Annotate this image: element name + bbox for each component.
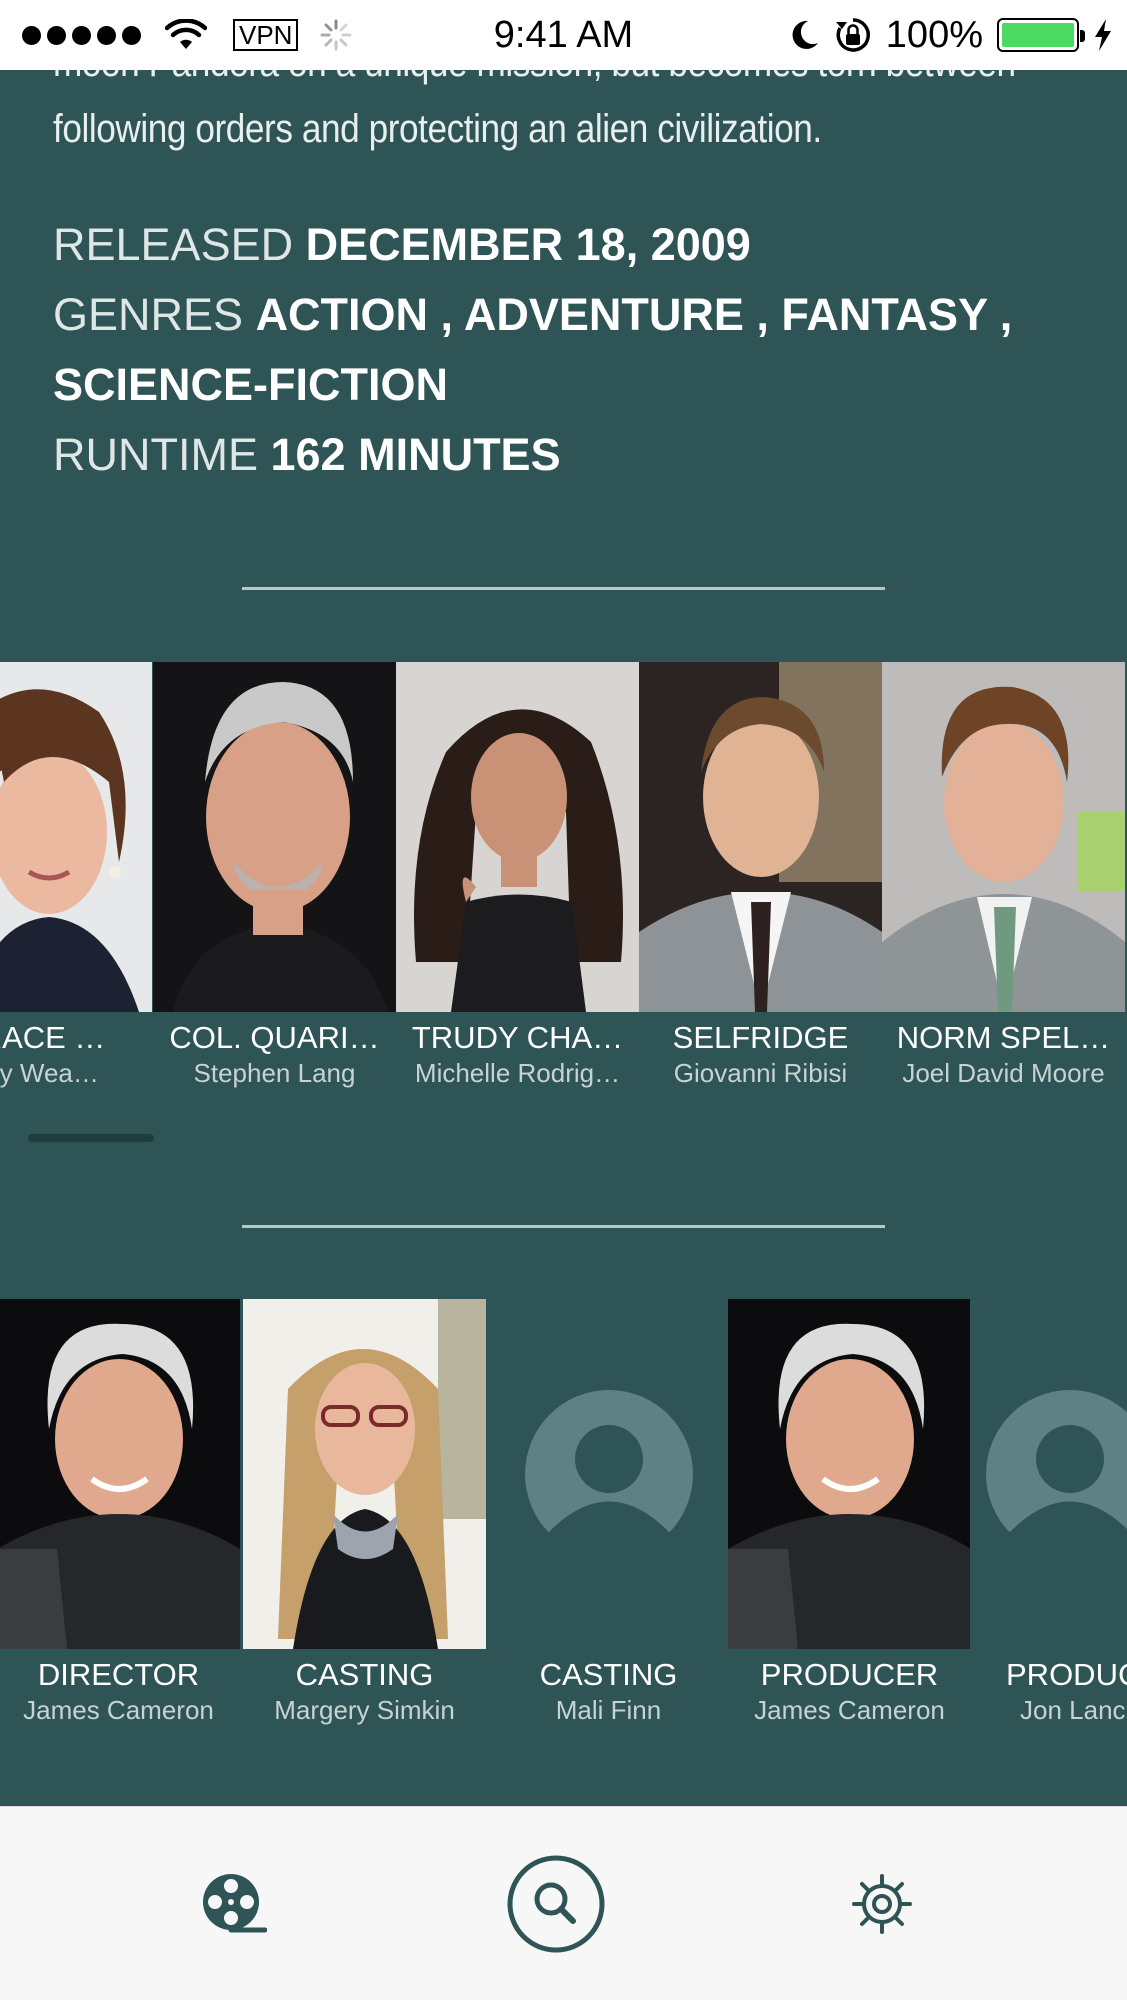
cast-photo: [396, 662, 639, 1012]
carousel-scroll-indicator: [28, 1134, 154, 1142]
crew-job: CASTING: [539, 1657, 678, 1692]
tab-settings[interactable]: [812, 1807, 952, 2000]
avatar-placeholder-icon: [970, 1299, 1127, 1649]
battery-tip: [1080, 30, 1085, 42]
genres-value: ACTION , ADVENTURE , FANTASY ,: [255, 289, 1013, 340]
crew-job: CASTING: [295, 1657, 434, 1692]
genres-label: GENRES: [53, 289, 244, 340]
cast-photo: [153, 662, 396, 1012]
movie-details: RELEASED DECEMBER 18, 2009 GENRES ACTION…: [53, 210, 1093, 490]
genres-row: GENRES ACTION , ADVENTURE , FANTASY ,: [53, 280, 1093, 350]
runtime-label: RUNTIME: [53, 429, 258, 480]
crew-photo: [728, 1299, 971, 1649]
crew-photo: [243, 1299, 486, 1649]
genres-value: SCIENCE-FICTION: [53, 359, 449, 410]
section-divider: [242, 1225, 885, 1228]
tab-search[interactable]: [486, 1807, 626, 2000]
cast-card[interactable]: COL. QUARI… Stephen Lang: [153, 662, 396, 1088]
crew-photo-placeholder: [487, 1299, 730, 1649]
cast-card[interactable]: SELFRIDGE Giovanni Ribisi: [639, 662, 882, 1088]
runtime-value: 162 MINUTES: [270, 429, 561, 480]
battery-percent: 100%: [885, 13, 983, 56]
rotation-lock-icon: [835, 18, 870, 52]
search-icon: [507, 1855, 605, 1953]
crew-name: Margery Simkin: [274, 1695, 455, 1725]
released-label: RELEASED: [53, 219, 294, 270]
crew-job: DIRECTOR: [37, 1657, 200, 1692]
crew-card[interactable]: CASTING Margery Simkin: [243, 1299, 486, 1725]
battery-icon: [997, 18, 1085, 52]
character-name: TRUDY CHA…: [411, 1020, 624, 1055]
status-bar: VPN 9:41 AM 100%: [0, 0, 1127, 70]
genres-row-continued: SCIENCE-FICTION: [53, 350, 1093, 420]
character-name: NORM SPEL…: [896, 1020, 1111, 1055]
overview-clip: moon Pandora on a unique mission, but be…: [0, 70, 1127, 180]
actor-name: Stephen Lang: [193, 1058, 356, 1088]
crew-job: PRODUC: [1006, 1657, 1127, 1692]
character-name: GRACE …: [0, 1020, 106, 1055]
runtime-row: RUNTIME 162 MINUTES: [53, 420, 1093, 490]
character-name: COL. QUARI…: [169, 1020, 380, 1055]
cast-card[interactable]: TRUDY CHA… Michelle Rodrig…: [396, 662, 639, 1088]
moon-icon: [792, 20, 818, 49]
gear-icon: [852, 1874, 912, 1934]
released-row: RELEASED DECEMBER 18, 2009: [53, 210, 1093, 280]
crew-name: Mali Finn: [555, 1695, 662, 1725]
overview-text: moon Pandora on a unique mission, but be…: [53, 70, 1083, 180]
avatar-placeholder-icon: [487, 1299, 730, 1649]
crew-card[interactable]: PRODUC Jon Lanc: [970, 1299, 1127, 1725]
battery-fill: [1002, 23, 1074, 47]
crew-name: Jon Lanc: [1020, 1695, 1126, 1725]
crew-card[interactable]: DIRECTOR James Cameron: [0, 1299, 240, 1725]
overview-line: moon Pandora on a unique mission, but be…: [53, 70, 1083, 96]
character-name: SELFRIDGE: [672, 1020, 849, 1055]
crew-card[interactable]: PRODUCER James Cameron: [728, 1299, 971, 1725]
charging-bolt-icon: [1095, 19, 1111, 51]
cast-photo: [0, 662, 152, 1012]
actor-name: Joel David Moore: [902, 1058, 1105, 1088]
section-divider: [242, 587, 885, 590]
crew-photo: [0, 1299, 240, 1649]
tab-bar: [0, 1806, 1127, 2000]
cast-card[interactable]: NORM SPEL… Joel David Moore: [882, 662, 1125, 1088]
status-right: 100%: [776, 0, 1113, 70]
crew-name: James Cameron: [754, 1695, 945, 1725]
crew-name: James Cameron: [23, 1695, 214, 1725]
crew-carousel[interactable]: DIRECTOR James Cameron CASTING Margery S…: [0, 1299, 1127, 1739]
cast-photo: [882, 662, 1125, 1012]
released-value: DECEMBER 18, 2009: [305, 219, 751, 270]
tab-movies[interactable]: [164, 1807, 304, 2000]
actor-name: Michelle Rodrig…: [414, 1058, 621, 1088]
actor-name: rney Wea…: [0, 1058, 99, 1088]
crew-job: PRODUCER: [760, 1657, 939, 1692]
film-reel-icon: [203, 1874, 267, 1933]
overview-line: following orders and protecting an alien…: [53, 107, 822, 151]
cast-photo: [639, 662, 882, 1012]
cast-carousel[interactable]: GRACE … rney Wea… COL. QUARI… Stephen La…: [0, 662, 1127, 1112]
crew-photo-placeholder: [970, 1299, 1127, 1649]
crew-card[interactable]: CASTING Mali Finn: [487, 1299, 730, 1725]
actor-name: Giovanni Ribisi: [673, 1058, 848, 1088]
cast-card[interactable]: GRACE … rney Wea…: [0, 662, 152, 1088]
